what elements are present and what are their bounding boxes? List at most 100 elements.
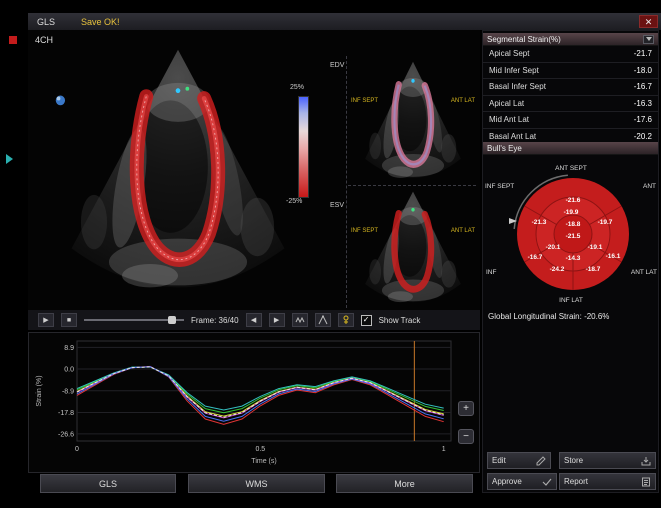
save-status: Save OK! [81, 17, 120, 27]
svg-text:-8.9: -8.9 [62, 388, 74, 395]
svg-text:Strain (%): Strain (%) [36, 375, 43, 406]
next-frame-button[interactable]: ▶ [269, 313, 285, 327]
ultrasound-fan [72, 50, 285, 288]
bullseye-title: Bull's Eye [487, 144, 522, 153]
bullseye-value: -19.1 [588, 244, 603, 251]
rail-arrow-icon [6, 154, 13, 164]
pencil-icon [536, 456, 546, 466]
approve-button[interactable]: Approve [487, 473, 557, 490]
edit-button[interactable]: Edit [487, 452, 551, 469]
measure-caliper-icon[interactable] [315, 313, 331, 327]
apex-marker-cyan [176, 88, 181, 93]
bullseye-segment-label: INF LAT [559, 297, 583, 304]
close-button[interactable]: ✕ [639, 15, 658, 28]
thumbnail-divider [346, 56, 347, 308]
results-panel: Segmental Strain(%) Apical Sept-21.7Mid … [482, 30, 659, 493]
segment-row: Basal Infer Sept-16.7 [483, 79, 658, 96]
thumb-marker [411, 208, 414, 212]
show-track-checkbox[interactable]: ✓ [361, 315, 372, 326]
bullseye-segment-label: ANT [643, 183, 656, 190]
segment-value: -16.7 [634, 82, 652, 91]
segmental-strain-table: Apical Sept-21.7Mid Infer Sept-18.0Basal… [483, 46, 658, 145]
bullseye-segment-label: INF SEPT [485, 183, 514, 190]
svg-text:-26.6: -26.6 [58, 431, 74, 438]
thumbnail-separator [348, 185, 476, 186]
bullseye-value: -14.3 [566, 255, 581, 262]
echo-thumb-esv[interactable]: INF SEPT ANT LAT [350, 188, 476, 308]
edv-label: EDV [330, 62, 344, 69]
segmental-strain-title: Segmental Strain(%) [487, 35, 561, 44]
tab-more[interactable]: More [336, 474, 473, 493]
store-button[interactable]: Store [559, 452, 656, 469]
segment-value: -21.7 [634, 49, 652, 58]
svg-text:0: 0 [75, 446, 79, 453]
svg-text:0.5: 0.5 [255, 446, 265, 453]
orientation-marker [56, 96, 65, 106]
record-indicator [9, 36, 17, 44]
global-strain-value: Global Longitudinal Strain: -20.6% [488, 312, 609, 321]
tab-gls[interactable]: GLS [40, 474, 176, 493]
segment-label: Mid Infer Sept [489, 66, 539, 75]
bullseye-value: -21.5 [566, 233, 581, 240]
segment-label: Apical Lat [489, 99, 524, 108]
echo-main-panel: 4CH 25% -25% EDV ESV INF SEPT ANT [28, 30, 480, 310]
play-button[interactable]: ▶ [38, 313, 54, 327]
frame-slider[interactable] [84, 314, 184, 326]
playback-bar: ▶ ■ Frame: 36/40 ◀ ▶ ✓ Show Track [28, 310, 480, 330]
frame-slider-knob[interactable] [168, 316, 176, 324]
bullseye-segment-label: ANT SEPT [555, 165, 587, 172]
ant-lat-label: ANT LAT [451, 228, 475, 234]
colorbar-min-label: -25% [286, 198, 302, 205]
inf-sept-label: INF SEPT [351, 228, 378, 234]
bullseye-value: -19.9 [564, 209, 579, 216]
segment-value: -18.0 [634, 66, 652, 75]
annotation-icon[interactable] [338, 313, 354, 327]
zoom-in-button[interactable]: + [458, 401, 474, 416]
thumb-marker [411, 79, 414, 83]
strain-colorbar [298, 96, 309, 198]
bullseye-value: -18.8 [566, 221, 581, 228]
strain-curve [77, 367, 444, 422]
orientation-marker-dot [57, 97, 61, 101]
ant-lat-label: ANT LAT [451, 98, 475, 104]
bullseye-value: -18.7 [586, 266, 601, 273]
svg-text:-17.8: -17.8 [58, 410, 74, 417]
segment-value: -16.3 [634, 99, 652, 108]
strain-curve [77, 366, 444, 424]
strain-chart-panel: 8.90.0-8.9-17.8-26.600.51Strain (%)Time … [28, 332, 480, 473]
echo-thumb-edv[interactable]: INF SEPT ANT LAT [350, 58, 476, 184]
bullseye-value: -19.7 [598, 219, 613, 226]
document-icon [641, 477, 651, 487]
bullseye-value: -16.1 [606, 253, 621, 260]
frame-counter: Frame: 36/40 [191, 316, 239, 325]
stop-button[interactable]: ■ [61, 313, 77, 327]
echo-image-4ch[interactable] [38, 42, 318, 300]
cine-loop-icon[interactable] [292, 313, 308, 327]
strain-chart[interactable]: 8.90.0-8.9-17.8-26.600.51Strain (%)Time … [29, 333, 479, 472]
colorbar-max-label: 25% [290, 84, 304, 91]
bullseye-value: -20.1 [546, 244, 561, 251]
segmental-strain-header: Segmental Strain(%) [483, 33, 658, 46]
zoom-out-button[interactable]: − [458, 429, 474, 444]
segment-label: Mid Ant Lat [489, 115, 529, 124]
inf-sept-label: INF SEPT [351, 98, 378, 104]
bullseye-plot: -21.6 -19.9 -21.3 -18.8 -19.7 -21.5 -20.1 -19.1… [483, 156, 660, 306]
segment-row: Mid Ant Lat -17.6 [483, 112, 658, 129]
report-button[interactable]: Report [559, 473, 656, 490]
segment-value: -20.2 [634, 132, 652, 141]
segment-value: -17.6 [634, 115, 652, 124]
prev-frame-button[interactable]: ◀ [246, 313, 262, 327]
app-title: GLS [37, 17, 55, 27]
svg-text:Time (s): Time (s) [251, 458, 276, 465]
segment-row: Mid Infer Sept -18.0 [483, 63, 658, 80]
check-icon [542, 477, 552, 487]
bullseye-value: -21.6 [566, 197, 581, 204]
collapse-chevron-icon[interactable] [643, 35, 654, 44]
bullseye-value: -24.2 [550, 266, 565, 273]
bullseye-value: -21.3 [532, 219, 547, 226]
esv-label: ESV [330, 202, 344, 209]
bullseye-segment-label: ANT LAT [631, 269, 657, 276]
svg-text:0.0: 0.0 [64, 367, 74, 374]
tab-wms[interactable]: WMS [188, 474, 325, 493]
bullseye-header: Bull's Eye [483, 142, 658, 155]
